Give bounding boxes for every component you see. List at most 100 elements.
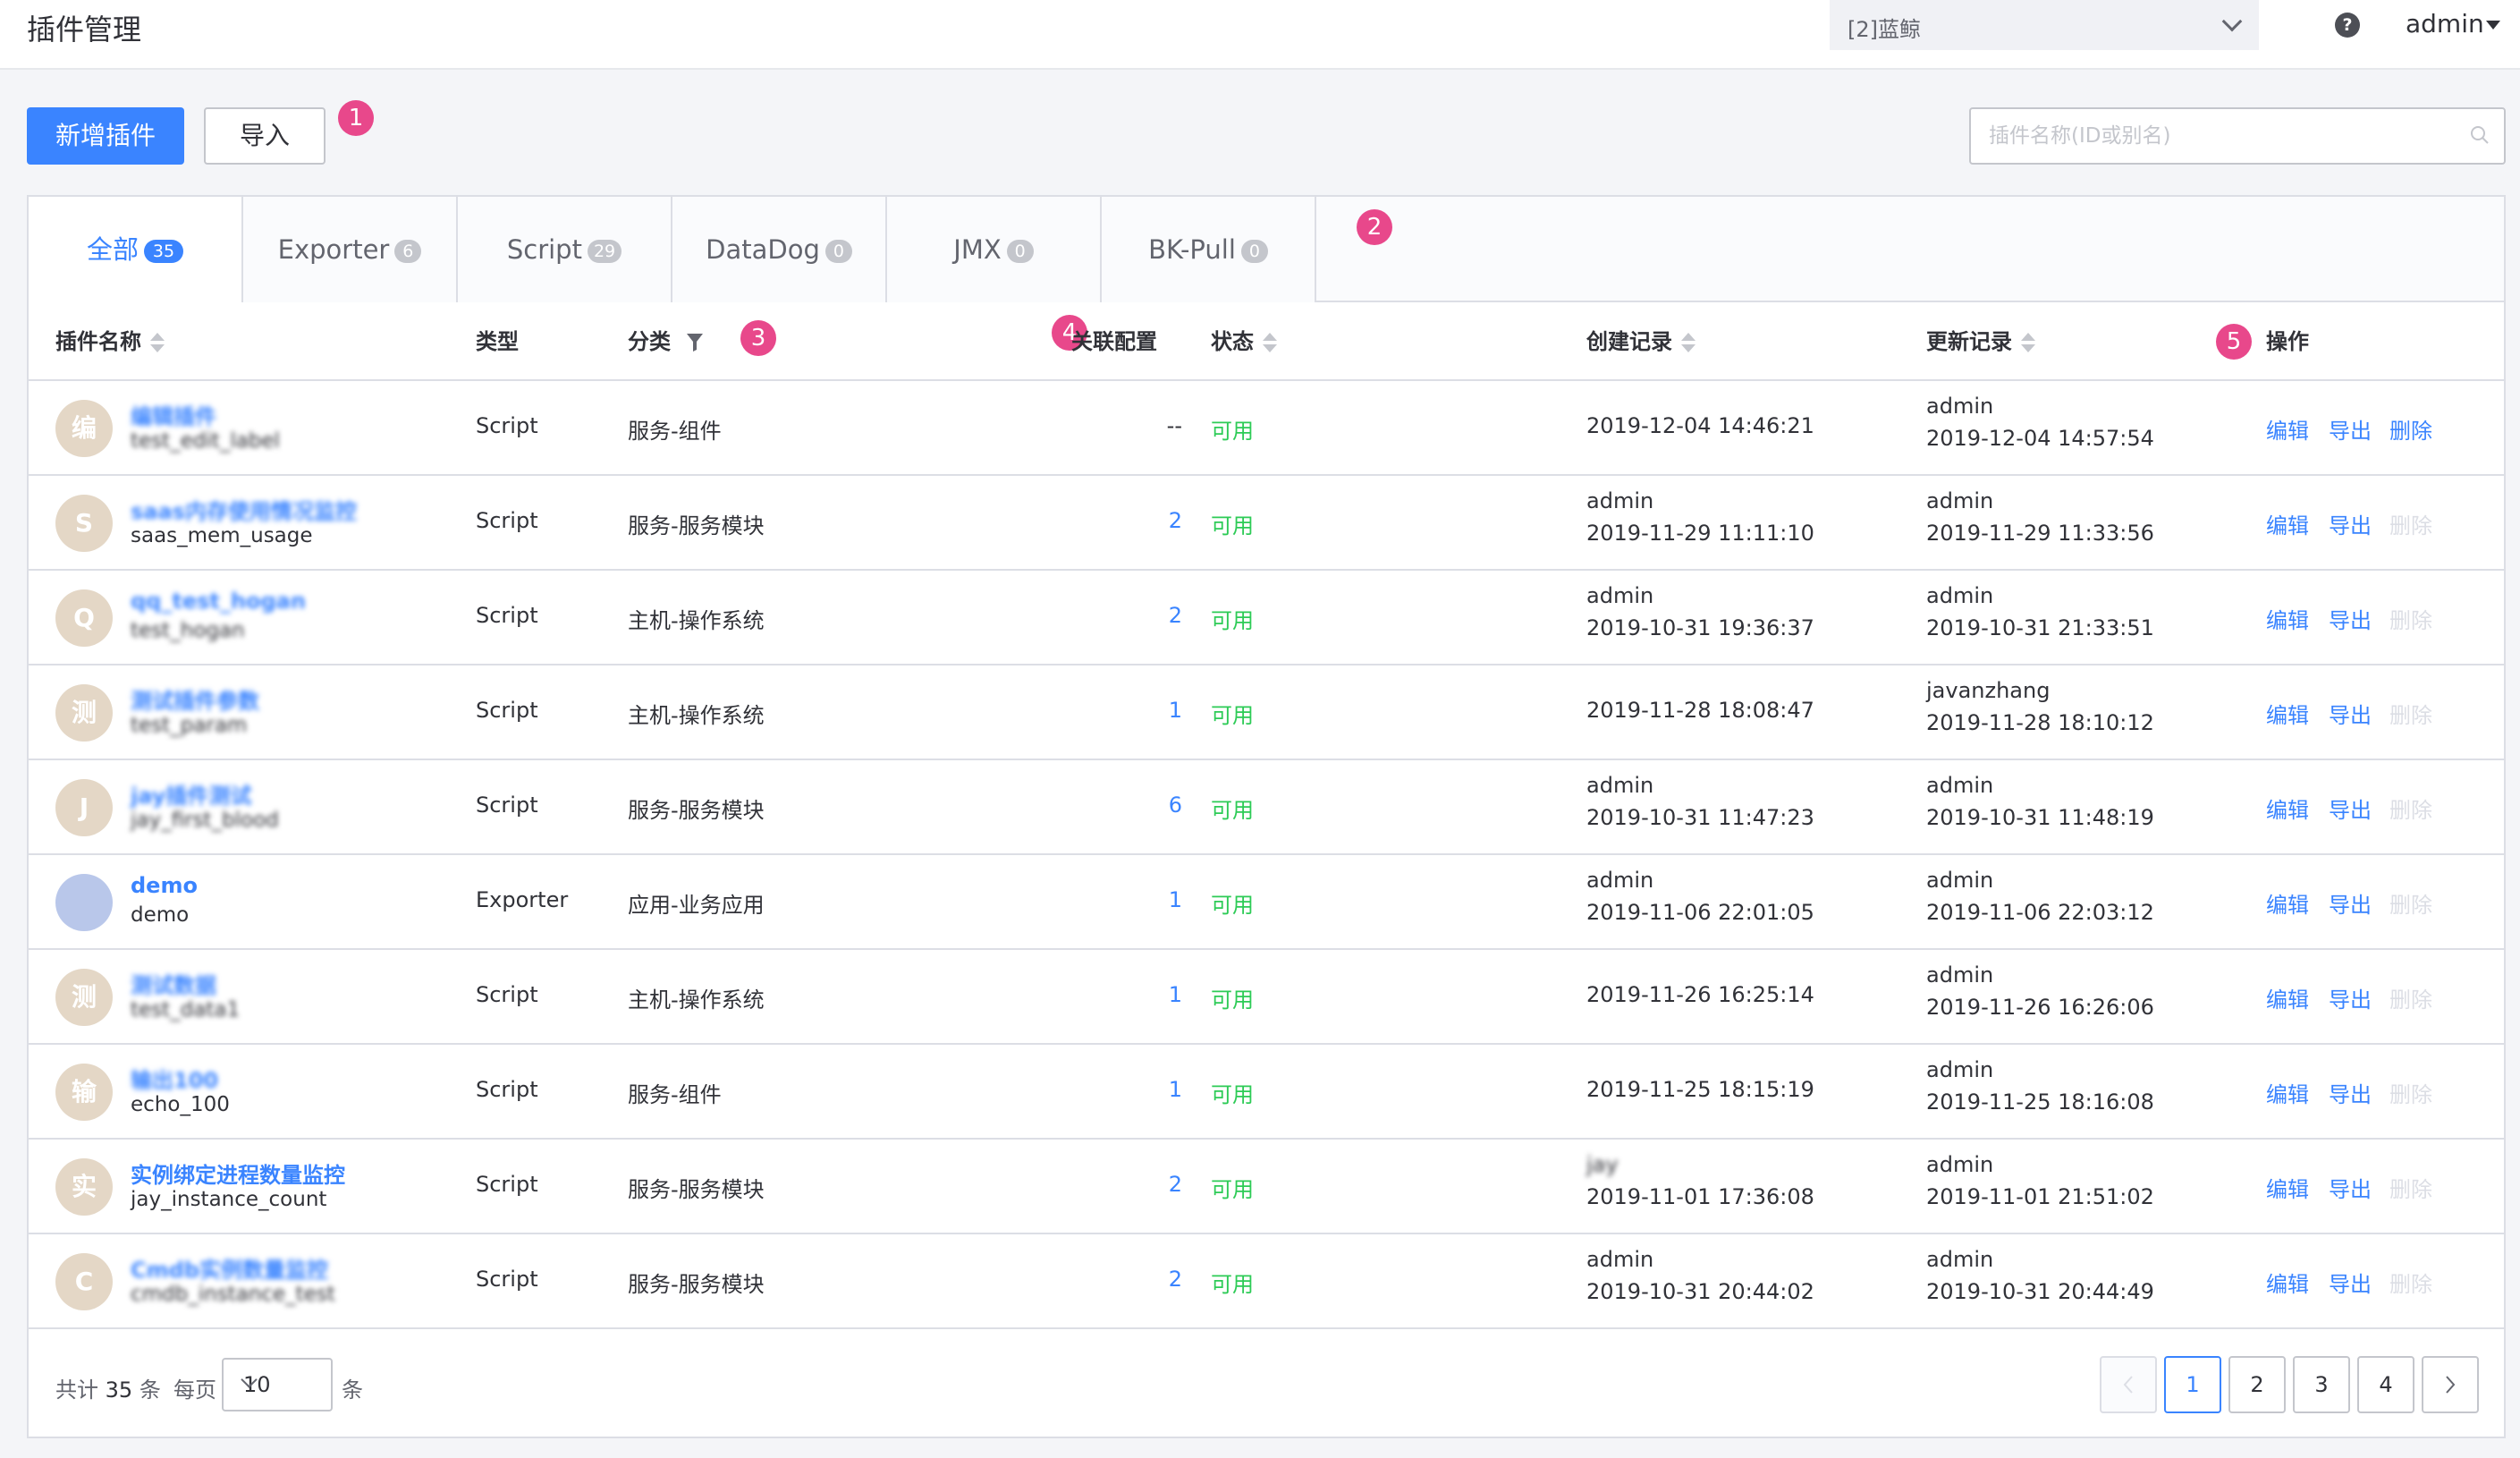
edit-button[interactable]: 编辑 bbox=[2266, 1172, 2309, 1203]
page-button-1[interactable]: 1 bbox=[2164, 1356, 2221, 1413]
per-page-select[interactable]: 10 bbox=[222, 1358, 333, 1411]
delete-button[interactable]: 删除 bbox=[2389, 508, 2432, 539]
page-button-2[interactable]: 2 bbox=[2228, 1356, 2286, 1413]
related-config-count[interactable]: 2 bbox=[1111, 1172, 1182, 1197]
related-config-count[interactable]: 2 bbox=[1111, 603, 1182, 628]
filter-icon[interactable] bbox=[687, 334, 704, 352]
edit-button[interactable]: 编辑 bbox=[2266, 698, 2309, 729]
export-button[interactable]: 导出 bbox=[2329, 1172, 2372, 1203]
plugin-name-link[interactable]: 编辑插件 bbox=[131, 399, 216, 430]
caret-down-icon[interactable] bbox=[2486, 21, 2500, 30]
plugin-name-link[interactable]: demo bbox=[131, 873, 198, 898]
column-created-label: 创建记录 bbox=[1586, 329, 1672, 354]
column-category[interactable]: 分类 bbox=[628, 302, 704, 381]
tab-datadog[interactable]: DataDog 0 bbox=[672, 197, 887, 302]
prev-page-button[interactable] bbox=[2100, 1356, 2157, 1413]
tab-label: BK-Pull bbox=[1148, 234, 1236, 265]
tab-jmx[interactable]: JMX 0 bbox=[887, 197, 1102, 302]
sort-icon[interactable] bbox=[1681, 332, 1696, 353]
created-by: admin bbox=[1586, 488, 1654, 513]
chevron-down-icon bbox=[2221, 11, 2243, 32]
add-plugin-button[interactable]: 新增插件 bbox=[27, 107, 184, 165]
sort-icon[interactable] bbox=[1263, 332, 1277, 353]
plugin-category: 主机-操作系统 bbox=[628, 703, 765, 728]
plugin-name-link[interactable]: Cmdb实例数量监控 bbox=[131, 1252, 328, 1284]
export-button[interactable]: 导出 bbox=[2329, 603, 2372, 634]
tab-count-badge: 0 bbox=[1006, 240, 1034, 263]
tab-all[interactable]: 全部 35 bbox=[29, 197, 243, 304]
plugin-name-link[interactable]: 测试插件参数 bbox=[131, 683, 259, 715]
export-button[interactable]: 导出 bbox=[2329, 1077, 2372, 1108]
export-button[interactable]: 导出 bbox=[2329, 508, 2372, 539]
delete-button[interactable]: 删除 bbox=[2389, 793, 2432, 824]
edit-button[interactable]: 编辑 bbox=[2266, 887, 2309, 919]
edit-button[interactable]: 编辑 bbox=[2266, 1267, 2309, 1298]
annotation-marker-2: 2 bbox=[1357, 209, 1392, 245]
delete-button[interactable]: 删除 bbox=[2389, 1077, 2432, 1108]
delete-button[interactable]: 删除 bbox=[2389, 603, 2432, 634]
tab-label: DataDog bbox=[706, 234, 820, 265]
avatar bbox=[55, 874, 113, 931]
related-config-count[interactable]: 1 bbox=[1111, 982, 1182, 1007]
next-page-button[interactable] bbox=[2422, 1356, 2479, 1413]
tab-bk-pull[interactable]: BK-Pull 0 bbox=[1102, 197, 1316, 302]
related-config-count[interactable]: 2 bbox=[1111, 1267, 1182, 1292]
related-config-count[interactable]: 1 bbox=[1111, 887, 1182, 912]
question-circle-icon[interactable]: ? bbox=[2335, 13, 2360, 38]
column-name[interactable]: 插件名称 bbox=[55, 302, 165, 381]
delete-button[interactable]: 删除 bbox=[2389, 887, 2432, 919]
created-at: 2019-11-28 18:08:47 bbox=[1586, 698, 1814, 723]
page-button-4[interactable]: 4 bbox=[2357, 1356, 2414, 1413]
tab-script[interactable]: Script 29 bbox=[458, 197, 672, 302]
tab-label: 全部 bbox=[86, 234, 139, 265]
edit-button[interactable]: 编辑 bbox=[2266, 793, 2309, 824]
edit-button[interactable]: 编辑 bbox=[2266, 603, 2309, 634]
plugin-name-link[interactable]: 实例绑定进程数量监控 bbox=[131, 1157, 345, 1189]
export-button[interactable]: 导出 bbox=[2329, 1267, 2372, 1298]
export-button[interactable]: 导出 bbox=[2329, 793, 2372, 824]
search-box[interactable] bbox=[1969, 107, 2506, 165]
status-badge: 可用 bbox=[1211, 419, 1254, 444]
export-button[interactable]: 导出 bbox=[2329, 413, 2372, 445]
edit-button[interactable]: 编辑 bbox=[2266, 982, 2309, 1013]
chevron-right-icon bbox=[2446, 1376, 2456, 1394]
related-config-count[interactable]: 1 bbox=[1111, 698, 1182, 723]
delete-button[interactable]: 删除 bbox=[2389, 413, 2432, 445]
delete-button[interactable]: 删除 bbox=[2389, 1267, 2432, 1298]
edit-button[interactable]: 编辑 bbox=[2266, 508, 2309, 539]
sort-icon[interactable] bbox=[2021, 332, 2035, 353]
related-config-count[interactable]: 2 bbox=[1111, 508, 1182, 533]
export-button[interactable]: 导出 bbox=[2329, 887, 2372, 919]
search-input[interactable] bbox=[1971, 109, 2436, 163]
edit-button[interactable]: 编辑 bbox=[2266, 1077, 2309, 1108]
plugin-name-link[interactable]: 测试数据 bbox=[131, 968, 216, 999]
avatar: 测 bbox=[55, 684, 113, 742]
search-icon[interactable] bbox=[2470, 125, 2490, 145]
export-button[interactable]: 导出 bbox=[2329, 982, 2372, 1013]
column-created[interactable]: 创建记录 bbox=[1586, 302, 1696, 381]
page-button-3[interactable]: 3 bbox=[2293, 1356, 2350, 1413]
plugin-name-link[interactable]: saas内存使用情况监控 bbox=[131, 494, 357, 525]
tab-exporter[interactable]: Exporter 6 bbox=[243, 197, 458, 302]
user-menu[interactable]: admin bbox=[2406, 9, 2484, 38]
edit-button[interactable]: 编辑 bbox=[2266, 413, 2309, 445]
tab-count-badge: 0 bbox=[1240, 240, 1268, 263]
sort-icon[interactable] bbox=[150, 332, 165, 353]
related-config-count[interactable]: 6 bbox=[1111, 793, 1182, 818]
plugin-name-link[interactable]: jay插件测试 bbox=[131, 778, 251, 810]
plugin-name-link[interactable]: 输出100 bbox=[131, 1063, 218, 1094]
column-updated[interactable]: 更新记录 bbox=[1926, 302, 2035, 381]
business-select[interactable]: [2]蓝鲸 bbox=[1830, 0, 2259, 50]
column-name-label: 插件名称 bbox=[55, 329, 141, 354]
created-at: 2019-10-31 11:47:23 bbox=[1586, 805, 1814, 830]
import-button[interactable]: 导入 bbox=[204, 107, 326, 165]
delete-button[interactable]: 删除 bbox=[2389, 982, 2432, 1013]
plugin-id: saas_mem_usage bbox=[131, 524, 313, 547]
delete-button[interactable]: 删除 bbox=[2389, 1172, 2432, 1203]
delete-button[interactable]: 删除 bbox=[2389, 698, 2432, 729]
related-config-count[interactable]: 1 bbox=[1111, 1077, 1182, 1102]
plugin-name-link[interactable]: qq_test_hogan bbox=[131, 589, 306, 614]
column-status[interactable]: 状态 bbox=[1211, 302, 1277, 381]
export-button[interactable]: 导出 bbox=[2329, 698, 2372, 729]
created-by: admin bbox=[1586, 1247, 1654, 1272]
